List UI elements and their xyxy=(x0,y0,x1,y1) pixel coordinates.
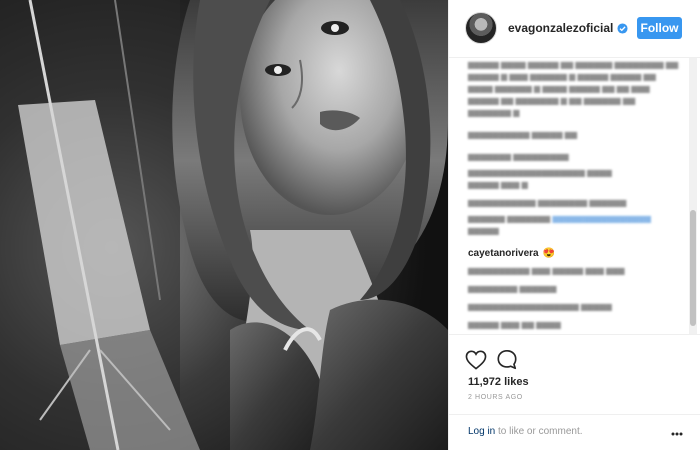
login-link[interactable]: Log in xyxy=(468,426,495,437)
post-header: evagonzalezoficial Follow xyxy=(449,0,700,58)
blurred-text-line: ▆▆▆▆▆ ▆▆▆ ▆ xyxy=(468,180,528,189)
post-photo[interactable] xyxy=(0,0,448,450)
username-link[interactable]: evagonzalezoficial xyxy=(508,21,613,35)
blurred-text-line: ▆▆▆▆▆▆▆▆▆▆ ▆▆▆▆▆ ▆▆ xyxy=(468,130,578,139)
speech-bubble-icon[interactable] xyxy=(496,349,518,371)
post-actions: 11,972 likes 2 HOURS AGO xyxy=(449,334,700,414)
blurred-text-line: ▆▆▆▆▆ ▆▆▆▆ ▆▆▆▆▆ ▆▆ ▆▆▆▆▆▆ ▆▆▆▆▆▆▆▆ ▆▆ xyxy=(468,60,679,69)
blurred-text-line: ▆▆▆▆▆▆▆▆▆▆▆▆▆▆▆▆▆▆▆ ▆▆▆▆ xyxy=(468,168,612,177)
heart-icon[interactable] xyxy=(465,350,487,370)
blurred-text-line: ▆▆▆▆▆ xyxy=(468,226,499,235)
blurred-text-line: ▆▆▆▆ ▆▆▆▆▆▆ ▆ ▆▆▆▆ ▆▆▆▆▆ ▆▆ ▆▆ ▆▆▆ xyxy=(468,84,650,93)
more-options-icon[interactable] xyxy=(671,432,683,436)
post-timestamp: 2 HOURS AGO xyxy=(468,394,523,401)
blurred-text-line: ▆▆▆▆▆▆▆ ▆ xyxy=(468,108,520,117)
instagram-post: evagonzalezoficial Follow ▆▆▆▆▆ ▆▆▆▆ ▆▆▆… xyxy=(0,0,700,450)
verified-badge-icon xyxy=(617,22,628,34)
blurred-text-line: ▆▆▆▆▆▆▆▆▆▆ ▆▆▆ ▆▆▆▆▆ ▆▆▆ ▆▆▆ xyxy=(468,266,625,275)
comments-scrollbar[interactable] xyxy=(689,58,697,334)
likes-count[interactable]: 11,972 likes xyxy=(468,376,529,388)
blurred-text-line: ▆▆▆▆▆▆▆▆ ▆▆▆▆▆▆ xyxy=(468,284,557,293)
login-prompt: Log in to like or comment. xyxy=(468,426,583,437)
login-bar: Log in to like or comment. xyxy=(449,414,700,450)
blurred-text-line: ▆▆▆▆▆▆ ▆▆▆▆▆▆▆ ▆▆▆▆▆▆▆▆▆▆▆▆▆▆▆▆ xyxy=(468,214,651,223)
comment-username[interactable]: cayetanorivera xyxy=(468,248,539,259)
post-side-panel: evagonzalezoficial Follow ▆▆▆▆▆ ▆▆▆▆ ▆▆▆… xyxy=(448,0,700,450)
scrollbar-thumb[interactable] xyxy=(690,210,696,326)
blurred-text-line: ▆▆▆▆▆▆▆▆▆▆▆ ▆▆▆▆▆▆▆▆ ▆▆▆▆▆▆ xyxy=(468,198,627,207)
avatar[interactable] xyxy=(465,12,497,44)
login-prompt-suffix: to like or comment. xyxy=(495,426,583,437)
blurred-text-line: ▆▆▆▆▆▆▆ ▆▆▆▆▆▆▆▆▆ xyxy=(468,152,569,161)
photo-image xyxy=(0,0,448,450)
blurred-text-line: ▆▆▆▆▆ ▆▆▆ ▆▆ ▆▆▆▆ xyxy=(468,320,561,329)
blurred-text-line: ▆▆▆▆▆▆▆▆▆▆▆▆▆▆▆▆▆▆ ▆▆▆▆▆ xyxy=(468,302,612,311)
comment-item: cayetanorivera 😍 xyxy=(468,248,555,259)
comment-emoji: 😍 xyxy=(542,248,556,259)
comments-list[interactable]: ▆▆▆▆▆ ▆▆▆▆ ▆▆▆▆▆ ▆▆ ▆▆▆▆▆▆ ▆▆▆▆▆▆▆▆ ▆▆ ▆… xyxy=(449,58,700,334)
blurred-text-line: ▆▆▆▆▆ ▆ ▆▆▆ ▆▆▆▆▆▆ ▆ ▆▆▆▆▆ ▆▆▆▆▆ ▆▆ xyxy=(468,72,656,81)
blurred-text-line: ▆▆▆▆▆ ▆▆ ▆▆▆▆▆▆▆ ▆ ▆▆ ▆▆▆▆▆▆ ▆▆ xyxy=(468,96,636,105)
follow-button[interactable]: Follow xyxy=(637,17,682,39)
username-row: evagonzalezoficial xyxy=(508,21,628,35)
